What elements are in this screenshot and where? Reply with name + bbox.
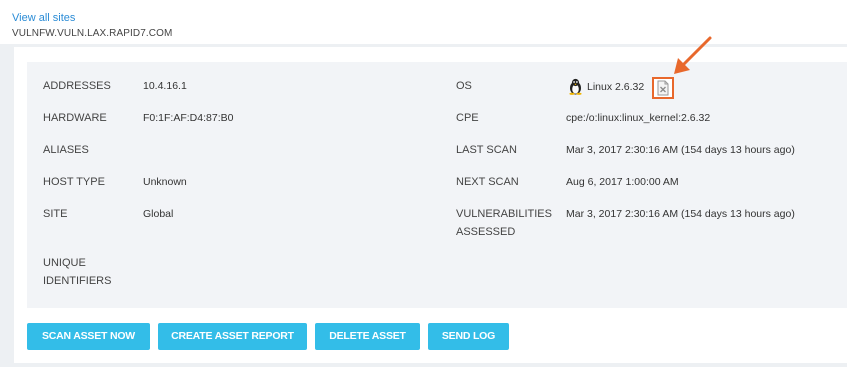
addresses-label: ADDRESSES <box>43 80 111 92</box>
annotation-arrow-icon <box>674 36 712 74</box>
cpe-value: cpe:/o:linux:linux_kernel:2.6.32 <box>566 112 711 124</box>
vulnerabilities-assessed-value: Mar 3, 2017 2:30:16 AM (154 days 13 hour… <box>566 208 795 220</box>
hardware-value: F0:1F:AF:D4:87:B0 <box>143 112 234 124</box>
site-label: SITE <box>43 208 68 220</box>
vulnerabilities-assessed-label-line1: VULNERABILITIES <box>456 208 552 220</box>
unique-identifiers-label-line1: UNIQUE <box>43 257 86 269</box>
vulnerabilities-assessed-label-line2: ASSESSED <box>456 226 516 238</box>
host-type-value: Unknown <box>143 176 187 188</box>
addresses-value: 10.4.16.1 <box>143 80 187 92</box>
host-type-label: HOST TYPE <box>43 176 105 188</box>
document-x-glyph <box>657 80 669 96</box>
aliases-label: ALIASES <box>43 144 89 156</box>
last-scan-value: Mar 3, 2017 2:30:16 AM (154 days 13 hour… <box>566 144 795 156</box>
send-log-button[interactable]: SEND LOG <box>428 323 509 350</box>
linux-tux-icon <box>569 78 582 95</box>
asset-hostname: VULNFW.VULN.LAX.RAPID7.COM <box>12 28 173 39</box>
cpe-label: CPE <box>456 112 479 124</box>
last-scan-label: LAST SCAN <box>456 144 517 156</box>
view-all-sites-link[interactable]: View all sites <box>12 12 75 24</box>
delete-asset-button[interactable]: DELETE ASSET <box>315 323 420 350</box>
os-label: OS <box>456 80 472 92</box>
create-asset-report-button[interactable]: CREATE ASSET REPORT <box>158 323 307 350</box>
hardware-label: HARDWARE <box>43 112 107 124</box>
next-scan-value: Aug 6, 2017 1:00:00 AM <box>566 176 679 188</box>
unique-identifiers-label-line2: IDENTIFIERS <box>43 275 112 287</box>
next-scan-label: NEXT SCAN <box>456 176 519 188</box>
site-value: Global <box>143 208 174 220</box>
os-value: Linux 2.6.32 <box>587 81 645 93</box>
document-x-icon[interactable] <box>652 77 674 99</box>
header-bar: View all sites VULNFW.VULN.LAX.RAPID7.CO… <box>0 0 847 44</box>
scan-asset-now-button[interactable]: SCAN ASSET NOW <box>27 323 150 350</box>
